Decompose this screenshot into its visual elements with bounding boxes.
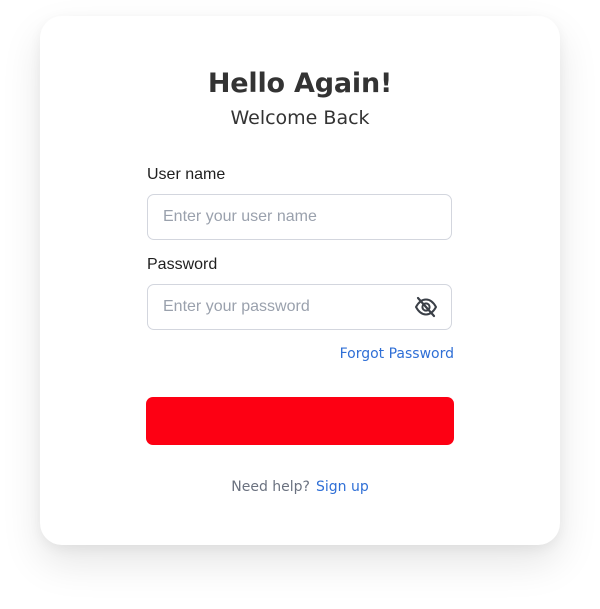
page-subtitle: Welcome Back [230,107,370,129]
username-field[interactable] [147,194,452,240]
password-label: Password [147,256,218,273]
password-field[interactable] [147,284,452,330]
forgot-password-link[interactable]: Forgot Password [147,346,454,362]
username-input[interactable] [163,195,403,239]
login-card: Hello Again! Welcome Back User name Pass… [40,16,560,545]
help-row: Need help? Sign up [40,479,560,495]
page-title: Hello Again! [207,68,393,99]
eye-off-icon[interactable] [413,294,439,320]
login-button[interactable] [146,397,454,445]
password-input[interactable] [163,285,403,329]
sign-up-link[interactable]: Sign up [316,479,369,495]
username-label: User name [147,166,226,183]
help-text: Need help? [231,479,310,495]
